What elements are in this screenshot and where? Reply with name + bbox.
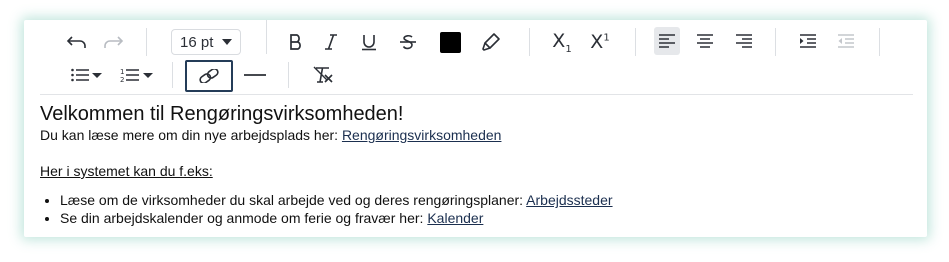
insert-link-button[interactable] [185, 60, 233, 92]
align-center-button[interactable] [692, 27, 718, 55]
indent-button[interactable] [794, 27, 822, 55]
bullet-list-icon [71, 68, 103, 82]
align-right-icon [736, 34, 752, 48]
chevron-down-icon [222, 38, 232, 46]
link-icon [198, 69, 220, 83]
toolbar-separator [266, 20, 267, 54]
toolbar-separator [879, 28, 880, 56]
superscript-icon: X1 [590, 31, 610, 53]
clear-formatting-icon [313, 66, 335, 84]
bullet-list-button[interactable] [68, 62, 106, 88]
intro-paragraph: Du kan læse mere om din nye arbejdsplads… [40, 126, 910, 144]
list-item: Se din arbejdskalender og anmode om feri… [60, 209, 910, 227]
horizontal-rule-icon [244, 73, 266, 77]
numbered-list-icon: 12 [120, 67, 154, 83]
strikethrough-button[interactable] [395, 28, 421, 56]
text-color-button[interactable] [437, 29, 463, 55]
align-center-icon [697, 34, 713, 48]
align-right-button[interactable] [731, 27, 757, 55]
align-left-icon [659, 34, 675, 48]
clear-formatting-button[interactable] [309, 62, 339, 88]
undo-icon [66, 34, 88, 50]
editor-toolbar: 16 pt X1 X1 1 2 [24, 20, 927, 95]
italic-icon [323, 33, 339, 51]
toolbar-divider [40, 94, 913, 95]
bold-button[interactable] [283, 28, 309, 56]
calendar-link[interactable]: Kalender [427, 210, 483, 226]
undo-button[interactable] [62, 28, 92, 56]
editor-card: 16 pt X1 X1 1 2 Velkommen til Rengørings… [24, 20, 927, 237]
list-item: Læse om de virksomheder du skal arbejde … [60, 191, 910, 209]
bold-icon [288, 33, 304, 51]
svg-text:2: 2 [120, 76, 124, 83]
workplaces-link[interactable]: Arbejdssteder [526, 192, 612, 208]
strikethrough-icon [399, 33, 417, 51]
company-link[interactable]: Rengøringsvirksomheden [342, 127, 502, 143]
font-size-select[interactable]: 16 pt [171, 29, 241, 55]
superscript-button[interactable]: X1 [585, 28, 615, 56]
section-heading: Her i systemet kan du f.eks: [40, 163, 213, 179]
toolbar-separator [172, 62, 173, 88]
text-color-swatch [439, 31, 461, 53]
subscript-icon: X1 [552, 29, 572, 55]
outdent-icon [838, 34, 854, 48]
toolbar-separator [288, 62, 289, 88]
toolbar-separator [775, 28, 776, 56]
empty-line [40, 144, 910, 162]
svg-text:1: 1 [120, 68, 124, 76]
underline-icon [361, 33, 377, 51]
indent-icon [800, 34, 816, 48]
align-left-button[interactable] [654, 27, 680, 55]
feature-list: Læse om de virksomheder du skal arbejde … [40, 191, 910, 227]
intro-text: Du kan læse mere om din nye arbejdsplads… [40, 127, 342, 143]
editor-content[interactable]: Velkommen til Rengøringsvirksomheden! Du… [40, 102, 910, 227]
horizontal-rule-button[interactable] [240, 62, 270, 88]
subscript-button[interactable]: X1 [547, 28, 577, 56]
highlighter-pen-icon [481, 32, 501, 52]
font-size-value: 16 pt [180, 33, 214, 51]
toolbar-separator [146, 28, 147, 56]
toolbar-separator [529, 28, 530, 56]
outdent-button[interactable] [832, 27, 860, 55]
italic-button[interactable] [318, 28, 344, 56]
numbered-list-button[interactable]: 12 [118, 62, 156, 88]
redo-button[interactable] [98, 28, 128, 56]
highlight-color-button[interactable] [477, 28, 505, 56]
welcome-heading: Velkommen til Rengøringsvirksomheden! [40, 103, 404, 125]
toolbar-separator [635, 28, 636, 56]
underline-button[interactable] [356, 28, 382, 56]
redo-icon [102, 34, 124, 50]
